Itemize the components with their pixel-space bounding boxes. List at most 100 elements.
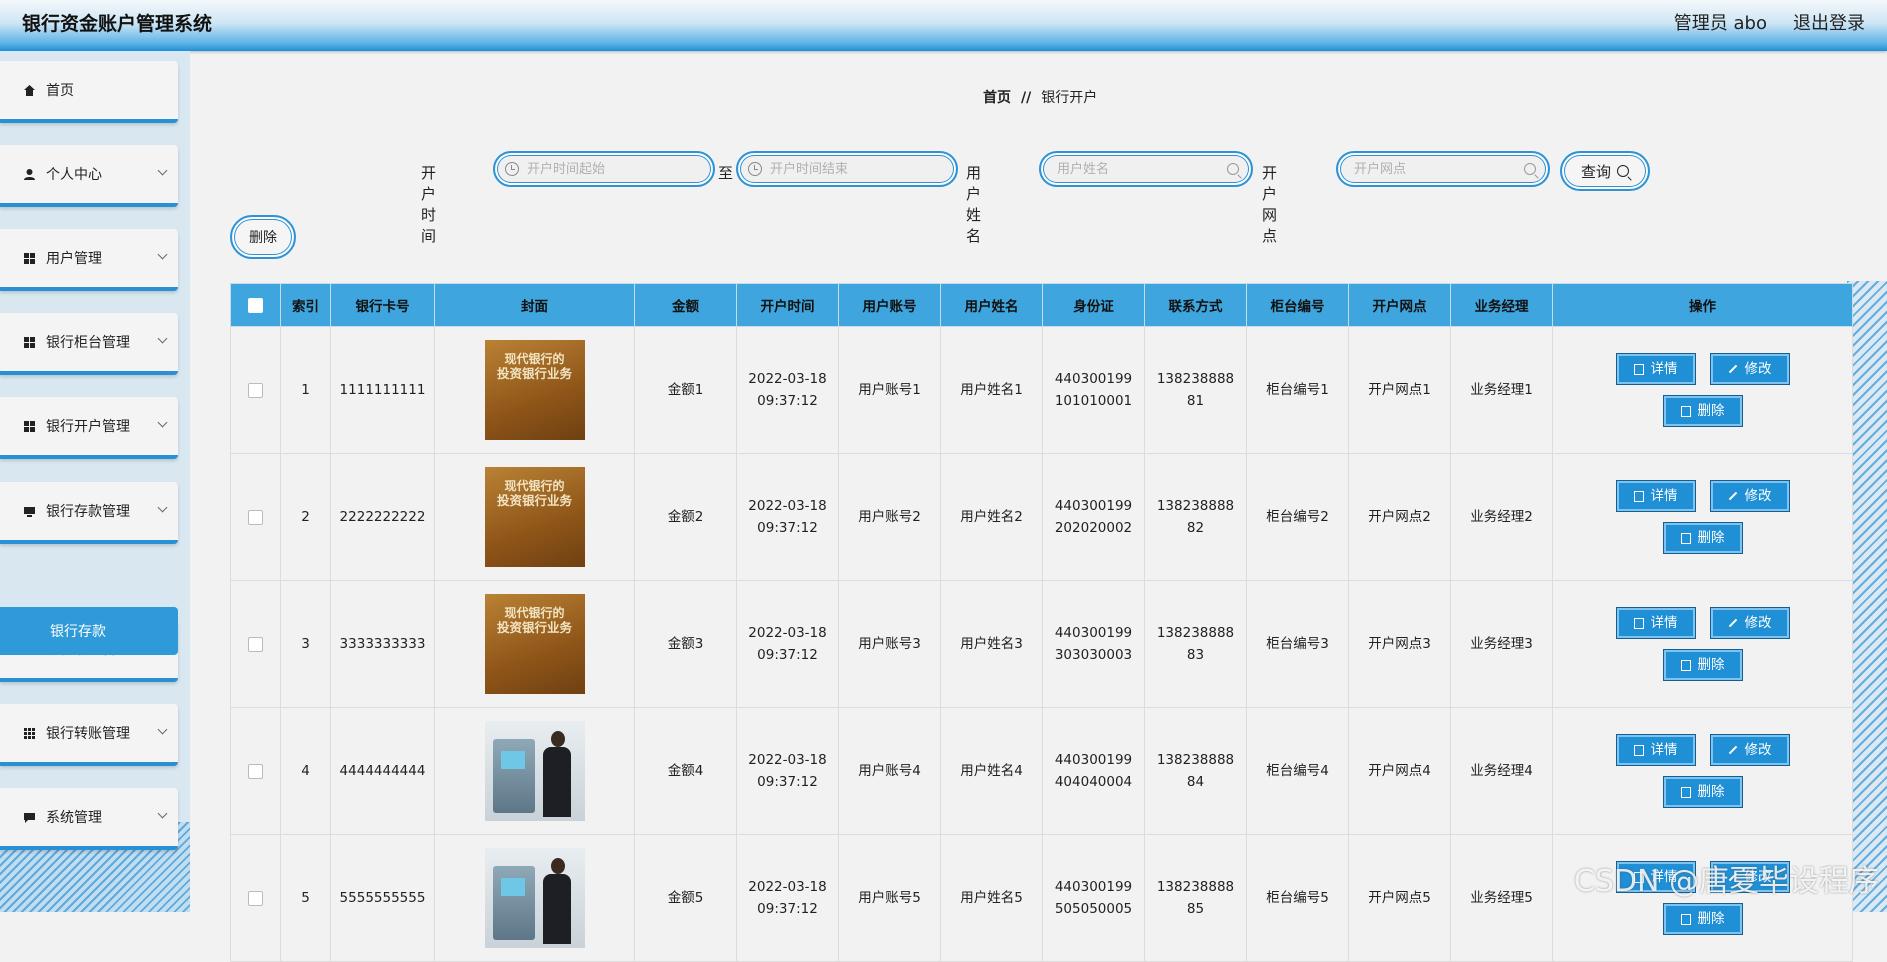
user-name-field[interactable] — [1039, 151, 1253, 187]
start-time-field[interactable] — [493, 151, 715, 187]
watermark: CSDN @唐夏毕设程序 — [1573, 864, 1879, 899]
edit-button[interactable]: 修改 — [1709, 607, 1790, 639]
cover-title-line: 投资银行业务 — [496, 366, 572, 381]
grid-icon — [22, 251, 36, 265]
column-header: 联系方式 — [1144, 283, 1247, 327]
document-icon — [1633, 363, 1644, 375]
start-time-input[interactable] — [525, 160, 713, 178]
edit-label: 修改 — [1744, 361, 1772, 377]
sidebar-item-8[interactable]: 系统管理 — [0, 788, 178, 850]
sidebar-item-label: 银行柜台管理 — [46, 335, 130, 351]
id-part: 303030003 — [1054, 647, 1133, 663]
branch-input[interactable] — [1352, 160, 1524, 178]
trash-icon — [1680, 405, 1691, 417]
phone-cell: 138238888 82 — [1144, 453, 1247, 581]
delete-button[interactable]: 删除 — [1662, 395, 1743, 427]
sidebar-item-4[interactable]: 银行开户管理 — [0, 397, 178, 459]
manager-cell: 业务经理3 — [1450, 580, 1553, 708]
row-checkbox[interactable] — [248, 763, 263, 779]
actions-cell: 详情 修改删除 — [1552, 707, 1853, 835]
sidebar-item-1[interactable]: 个人中心 — [0, 145, 178, 207]
phone-part: 138238888 — [1156, 371, 1235, 387]
end-time-input[interactable] — [768, 160, 956, 178]
cover-title-line: 投资银行业务 — [496, 493, 572, 508]
phone-part: 138238888 — [1156, 498, 1235, 514]
delete-button[interactable]: 删除 — [1662, 649, 1743, 681]
breadcrumb-home[interactable]: 首页 — [983, 90, 1011, 106]
detail-label: 详情 — [1650, 361, 1678, 377]
account-cell: 用户账号1 — [838, 326, 941, 454]
grid-icon — [22, 335, 36, 349]
query-button[interactable]: 查询 — [1560, 151, 1650, 191]
manager-cell: 业务经理4 — [1450, 707, 1553, 835]
row-select-cell — [230, 580, 281, 708]
sidebar-item-label: 银行存款管理 — [46, 504, 130, 520]
detail-button[interactable]: 详情 — [1615, 353, 1696, 385]
top-bar: 银行资金账户管理系统 管理员 abo 退出登录 — [0, 0, 1887, 51]
phone-part: 138238888 — [1156, 752, 1235, 768]
detail-button[interactable]: 详情 — [1615, 734, 1696, 766]
phone-cell: 138238888 85 — [1144, 834, 1247, 962]
user-name-label: 用户姓名 — [966, 164, 982, 245]
counter-cell: 柜台编号2 — [1246, 453, 1349, 581]
row-select-cell — [230, 707, 281, 835]
time-text: 09:37:12 — [757, 774, 818, 790]
cover-cell: 现代银行的 投资银行业务 — [434, 580, 635, 708]
to-label: 至 — [718, 164, 734, 182]
row-select-cell — [230, 453, 281, 581]
sidebar-item-label: 系统管理 — [46, 810, 102, 826]
phone-part: 84 — [1186, 774, 1205, 790]
amount-cell: 金额5 — [634, 834, 737, 962]
detail-button[interactable]: 详情 — [1615, 480, 1696, 512]
sidebar-item-5[interactable]: 银行存款管理 — [0, 482, 178, 544]
search-icon — [1227, 163, 1239, 175]
delete-button[interactable]: 删除 — [1662, 522, 1743, 554]
select-all-checkbox[interactable] — [248, 297, 263, 313]
branch-field[interactable] — [1336, 151, 1550, 187]
row-checkbox[interactable] — [248, 636, 263, 652]
sidebar-item-7[interactable]: 银行转账管理 — [0, 704, 178, 766]
edit-button[interactable]: 修改 — [1709, 353, 1790, 385]
sidebar-item-0[interactable]: 首页 — [0, 61, 178, 123]
batch-delete-button[interactable]: 删除 — [230, 215, 296, 259]
account-cell: 用户账号4 — [838, 707, 941, 835]
edit-button[interactable]: 修改 — [1709, 480, 1790, 512]
delete-label: 删除 — [1697, 530, 1725, 546]
search-icon — [1617, 165, 1629, 177]
column-header: 业务经理 — [1450, 283, 1553, 327]
grid-icon — [22, 419, 36, 433]
apps-icon — [22, 726, 36, 740]
chevron-down-icon — [157, 502, 168, 513]
row-checkbox[interactable] — [248, 509, 263, 525]
user-name-cell: 用户姓名5 — [940, 834, 1043, 962]
index-cell: 2 — [280, 453, 331, 581]
card-number-cell: 2222222222 — [330, 453, 435, 581]
sidebar-item-label: 首页 — [46, 83, 74, 99]
document-icon — [1633, 490, 1644, 502]
detail-button[interactable]: 详情 — [1615, 607, 1696, 639]
edit-button[interactable]: 修改 — [1709, 734, 1790, 766]
amount-cell: 金额4 — [634, 707, 737, 835]
column-header: 用户账号 — [838, 283, 941, 327]
end-time-field[interactable] — [736, 151, 958, 187]
open-time-cell: 2022-03-18 09:37:12 — [736, 834, 839, 962]
home-icon — [22, 83, 36, 97]
account-cell: 用户账号3 — [838, 580, 941, 708]
sidebar-item-3[interactable]: 银行柜台管理 — [0, 313, 178, 375]
atm-photo-image — [484, 848, 585, 948]
sidebar-item-2[interactable]: 用户管理 — [0, 229, 178, 291]
row-checkbox[interactable] — [248, 890, 263, 906]
card-number-cell: 4444444444 — [330, 707, 435, 835]
delete-button[interactable]: 删除 — [1662, 903, 1743, 935]
phone-cell: 138238888 83 — [1144, 580, 1247, 708]
select-all-cell — [230, 283, 281, 327]
trash-icon — [1680, 532, 1691, 544]
logout-link[interactable]: 退出登录 — [1793, 9, 1865, 35]
user-name-input[interactable] — [1055, 160, 1227, 178]
column-header: 用户姓名 — [940, 283, 1043, 327]
row-checkbox[interactable] — [248, 382, 263, 398]
counter-cell: 柜台编号1 — [1246, 326, 1349, 454]
sidebar-item-label: 银行转账管理 — [46, 726, 130, 742]
column-header: 柜台编号 — [1246, 283, 1349, 327]
delete-button[interactable]: 删除 — [1662, 776, 1743, 808]
